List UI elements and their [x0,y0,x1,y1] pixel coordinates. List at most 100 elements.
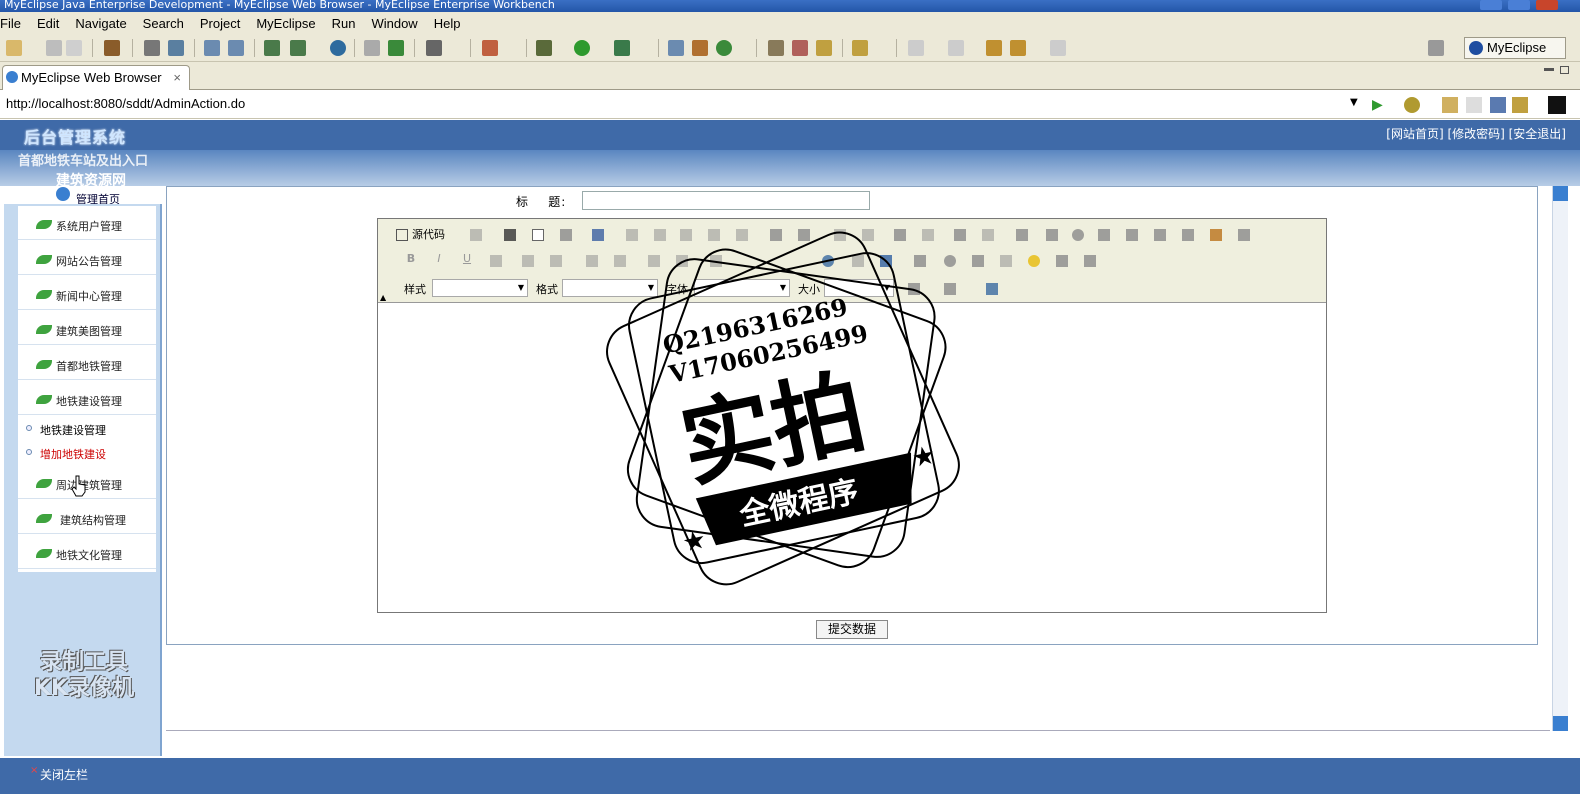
browser-back-icon[interactable] [1442,97,1458,113]
open-folder-icon[interactable] [852,40,868,56]
sidebar-item-metro[interactable]: 首都地铁管理 [18,346,156,380]
close-sidebar-icon[interactable]: × [30,765,38,776]
maximize-view-icon[interactable] [1560,66,1569,74]
sidebar-item-structure[interactable]: 建筑结构管理 [18,500,156,534]
rocket-icon[interactable] [792,40,808,56]
special-char-icon[interactable] [1052,251,1070,269]
browser-forward-icon[interactable] [1466,97,1482,113]
prev-annotation-icon[interactable] [948,40,964,56]
minimize-button[interactable] [1480,0,1502,10]
go-icon[interactable]: ▶ [1372,97,1388,113]
refresh-icon[interactable] [388,40,404,56]
sidebar-item-gallery[interactable]: 建筑美图管理 [18,311,156,345]
menu-project[interactable]: Project [192,16,248,31]
preview-icon[interactable] [466,225,484,243]
open-type-icon[interactable] [668,40,684,56]
db-icon[interactable] [264,40,280,56]
run-icon[interactable] [574,40,590,56]
rule-icon[interactable] [996,251,1014,269]
italic-icon[interactable]: I [430,251,448,269]
select-field-icon[interactable] [1150,225,1168,243]
save-icon[interactable] [46,40,62,56]
last-edit-icon[interactable] [986,40,1002,56]
sidebar-item-construction[interactable]: 地铁建设管理 [18,381,156,415]
tab-close-icon[interactable]: × [173,66,181,90]
browser-refresh-icon[interactable] [1512,97,1528,113]
hibernate-icon[interactable] [290,40,306,56]
textarea-icon[interactable] [1122,225,1140,243]
close-window-button[interactable] [1536,0,1558,10]
search-icon[interactable] [768,40,784,56]
minimize-view-icon[interactable] [1544,68,1554,71]
bold-icon[interactable]: B [402,251,420,269]
print-icon[interactable] [66,40,82,56]
collapse-toolbar-icon[interactable]: ▲ [380,293,386,302]
menu-file[interactable]: File [0,16,29,31]
page-break-icon[interactable] [1080,251,1098,269]
strike-icon[interactable] [486,251,504,269]
package-icon[interactable] [104,40,120,56]
checkbox-icon[interactable] [1042,225,1060,243]
subscript-icon[interactable] [518,251,536,269]
underline-icon[interactable]: U [458,251,476,269]
menu-help[interactable]: Help [426,16,469,31]
new-class-icon[interactable] [482,40,498,56]
history-icon[interactable] [716,40,732,56]
hidden-field-icon[interactable] [1234,225,1252,243]
next-annotation-icon[interactable] [908,40,924,56]
top-links[interactable]: [网站首页] [修改密码] [安全退出] [1386,125,1566,142]
open-resource-icon[interactable] [692,40,708,56]
debug-icon[interactable] [536,40,552,56]
textfield-icon[interactable] [1094,225,1112,243]
back-icon[interactable] [1010,40,1026,56]
url-input[interactable]: http://localhost:8080/sddt/AdminAction.d… [6,96,245,111]
maximize-button[interactable] [1508,0,1530,10]
ordered-list-icon[interactable] [582,251,600,269]
submit-button[interactable]: 提交数据 [816,620,888,639]
superscript-icon[interactable] [546,251,564,269]
external-tools-icon[interactable] [614,40,630,56]
stop-icon[interactable] [1490,97,1506,113]
maximize-editor-icon[interactable] [982,279,1000,297]
sidebar-item-users[interactable]: 系统用户管理 [18,206,156,240]
url-dropdown-icon[interactable]: ▼ [1350,97,1358,108]
smiley-icon[interactable] [1024,251,1042,269]
menu-search[interactable]: Search [135,16,192,31]
scroll-up-icon[interactable] [1553,186,1568,201]
remove-format-icon[interactable] [978,225,996,243]
tool-icon[interactable] [364,40,380,56]
favorites-icon[interactable] [1404,97,1420,113]
close-sidebar-link[interactable]: 关闭左栏 [40,766,88,783]
form-icon[interactable] [1012,225,1030,243]
save-doc-icon[interactable] [500,225,518,243]
perspective-switcher[interactable]: MyEclipse J... [1464,37,1566,75]
tab-web-browser[interactable]: MyEclipse Web Browser × [2,65,190,90]
web-service-icon[interactable] [228,40,244,56]
source-code-button[interactable]: 源代码 [392,225,445,245]
new-page-icon[interactable] [528,225,546,243]
new-icon[interactable] [6,40,22,56]
globe-icon[interactable] [330,40,346,56]
forward-icon[interactable] [1050,40,1066,56]
table-icon[interactable] [968,251,986,269]
style-select[interactable]: ▼ [432,279,528,297]
title-input[interactable] [582,191,870,210]
folder-icon[interactable] [816,40,832,56]
vertical-scrollbar[interactable] [1552,186,1568,731]
browser-menu-icon[interactable] [1548,96,1566,114]
menu-edit[interactable]: Edit [29,16,67,31]
menu-navigate[interactable]: Navigate [67,16,134,31]
sidebar-item-culture[interactable]: 地铁文化管理 [18,535,156,569]
scroll-down-icon[interactable] [1553,716,1568,731]
sidebar-item-news[interactable]: 新闻中心管理 [18,276,156,310]
print-preview-icon[interactable] [556,225,574,243]
radio-icon[interactable] [1068,225,1086,243]
menu-myeclipse[interactable]: MyEclipse [248,16,323,31]
deploy-icon[interactable] [144,40,160,56]
open-perspective-icon[interactable] [1428,40,1444,56]
web-project-icon[interactable] [204,40,220,56]
menu-window[interactable]: Window [363,16,425,31]
server-icon[interactable] [168,40,184,56]
sidebar-item-notices[interactable]: 网站公告管理 [18,241,156,275]
button-field-icon[interactable] [1178,225,1196,243]
